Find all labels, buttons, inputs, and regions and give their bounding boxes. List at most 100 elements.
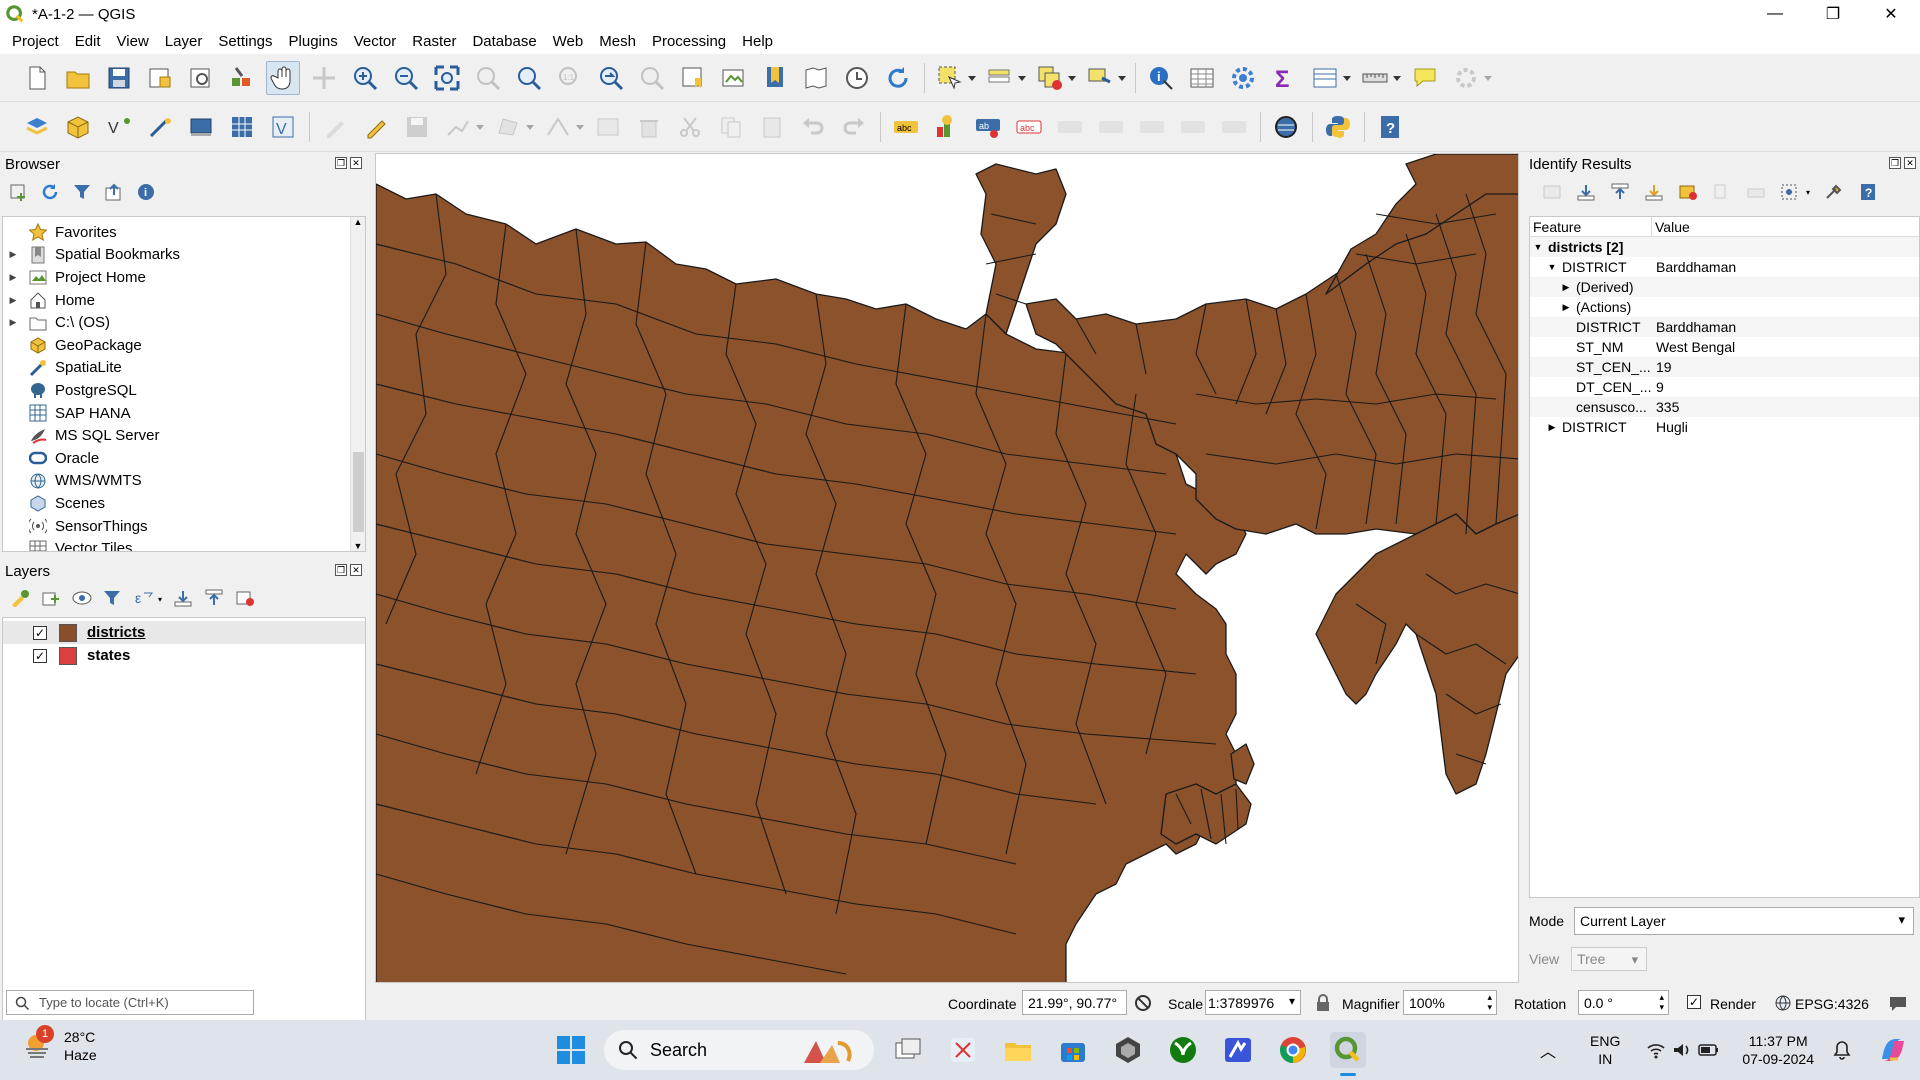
menu-project[interactable]: Project — [4, 33, 67, 50]
refresh-icon[interactable] — [40, 182, 60, 202]
manage-map-themes-icon[interactable] — [72, 589, 92, 611]
layer-visibility-checkbox[interactable]: ✓ — [33, 648, 47, 663]
layout-manager-icon[interactable] — [184, 61, 218, 95]
clock[interactable]: 11:37 PM 07-09-2024 — [1742, 1032, 1814, 1068]
vertex-tool-icon[interactable] — [541, 110, 584, 144]
browser-scrollbar[interactable]: ▲ ▼ — [350, 217, 365, 551]
label-toolbar-icon[interactable]: abc — [889, 110, 923, 144]
show-unplaced-labels-icon[interactable]: abc — [1012, 110, 1046, 144]
select-by-location-icon[interactable] — [1083, 61, 1126, 95]
scroll-thumb[interactable] — [353, 452, 364, 532]
select-features-mode-icon[interactable]: ▾ — [1780, 183, 1810, 205]
browser-item[interactable]: GeoPackage — [3, 334, 349, 357]
scroll-down-icon[interactable]: ▼ — [351, 541, 365, 551]
task-view-icon[interactable] — [890, 1032, 926, 1068]
filter-by-expression-icon[interactable]: ε ▾ — [134, 589, 162, 611]
browser-item[interactable]: SensorThings — [3, 515, 349, 538]
tree-toggle-icon[interactable]: ▼ — [1532, 242, 1544, 252]
cut-features-icon[interactable] — [673, 110, 707, 144]
identify-row[interactable]: ▼ districts [2] — [1530, 237, 1919, 257]
select-features-icon[interactable] — [933, 61, 976, 95]
pan-to-selection-icon[interactable] — [307, 61, 341, 95]
tree-toggle-icon[interactable]: ▶ — [1546, 422, 1558, 433]
maximize-button[interactable]: ❐ — [1804, 0, 1862, 28]
browser-item[interactable]: PostgreSQL — [3, 379, 349, 402]
identify-row[interactable]: ▶ (Actions) — [1530, 297, 1919, 317]
browser-item[interactable]: Oracle — [3, 447, 349, 470]
microsoft-store-icon[interactable] — [1055, 1032, 1091, 1068]
statistics-summary-icon[interactable]: Σ — [1267, 61, 1301, 95]
menu-view[interactable]: View — [109, 33, 157, 50]
browser-item[interactable]: Vector Tiles — [3, 537, 349, 551]
float-panel-icon[interactable]: ❐ — [335, 157, 347, 169]
filter-legend-icon[interactable] — [103, 589, 123, 611]
expand-tree-icon[interactable] — [1542, 183, 1562, 205]
pin-labels-icon[interactable] — [1053, 110, 1087, 144]
expand-new-results-icon[interactable] — [1644, 183, 1664, 205]
close-panel-icon[interactable]: ✕ — [350, 157, 362, 169]
render-checkbox[interactable]: ✓ — [1687, 995, 1701, 1009]
volume-icon[interactable] — [1672, 1041, 1692, 1059]
snipping-tool-icon[interactable] — [945, 1032, 981, 1068]
chrome-icon[interactable] — [1275, 1032, 1311, 1068]
identify-row[interactable]: ▼ DISTRICT Barddhaman — [1530, 257, 1919, 277]
python-console-icon[interactable] — [1321, 110, 1355, 144]
scale-combo[interactable]: 1:3789976 ▾ — [1205, 990, 1301, 1015]
battery-icon[interactable] — [1698, 1041, 1720, 1059]
identify-settings-icon[interactable] — [1824, 183, 1844, 205]
browser-item[interactable]: WMS/WMTS — [3, 470, 349, 493]
move-label-icon[interactable] — [1135, 110, 1169, 144]
toggle-extents-icon[interactable] — [1133, 994, 1153, 1015]
expand-arrow-icon[interactable]: ▶ — [6, 317, 20, 328]
open-layer-styling-icon[interactable] — [10, 589, 30, 611]
add-raster-icon[interactable] — [225, 110, 259, 144]
minimize-button[interactable]: — — [1746, 0, 1804, 28]
delete-selected-icon[interactable] — [632, 110, 666, 144]
new-spatialite-icon[interactable] — [143, 110, 177, 144]
scroll-up-icon[interactable]: ▲ — [351, 217, 365, 227]
add-polygon-icon[interactable] — [491, 110, 534, 144]
quickmapservices-icon[interactable] — [1269, 110, 1303, 144]
filter-icon[interactable] — [72, 182, 92, 202]
expand-arrow-icon[interactable]: ▶ — [6, 249, 20, 260]
identify-row[interactable]: ST_NM West Bengal — [1530, 337, 1919, 357]
show-bookmarks-icon[interactable] — [758, 61, 792, 95]
crs-label[interactable]: EPSG:4326 — [1795, 996, 1869, 1012]
zoom-to-selection-icon[interactable] — [471, 61, 505, 95]
style-manager-icon[interactable] — [225, 61, 259, 95]
expand-all-icon[interactable] — [173, 589, 193, 611]
refresh-icon[interactable] — [881, 61, 915, 95]
collapse-all-icon[interactable] — [204, 589, 224, 611]
menu-help[interactable]: Help — [734, 33, 781, 50]
close-panel-icon[interactable]: ✕ — [1904, 157, 1916, 169]
copy-features-icon[interactable] — [714, 110, 748, 144]
districts-map[interactable] — [376, 154, 1519, 983]
file-explorer-icon[interactable] — [1000, 1032, 1036, 1068]
rotation-spinbox[interactable]: 0.0 ° ▴ ▾ — [1578, 990, 1669, 1015]
identify-row[interactable]: censusco... 335 — [1530, 397, 1919, 417]
identify-row[interactable]: DISTRICT Barddhaman — [1530, 317, 1919, 337]
messages-icon[interactable] — [1888, 994, 1908, 1015]
browser-item[interactable]: ▶ Spatial Bookmarks — [3, 244, 349, 267]
processing-toolbox-icon[interactable] — [1226, 61, 1260, 95]
paste-features-icon[interactable] — [755, 110, 789, 144]
add-mesh-icon[interactable]: V — [266, 110, 300, 144]
tree-toggle-icon[interactable]: ▶ — [1560, 282, 1572, 293]
float-panel-icon[interactable]: ❐ — [1889, 157, 1901, 169]
show-hide-labels-icon[interactable] — [1094, 110, 1128, 144]
new-project-icon[interactable] — [20, 61, 54, 95]
save-project-icon[interactable] — [102, 61, 136, 95]
identify-row[interactable]: DT_CEN_... 9 — [1530, 377, 1919, 397]
menu-vector[interactable]: Vector — [346, 33, 405, 50]
identify-row[interactable]: ST_CEN_... 19 — [1530, 357, 1919, 377]
expand-arrow-icon[interactable]: ▶ — [6, 295, 20, 306]
highlight-pinned-labels-icon[interactable]: ab — [971, 110, 1005, 144]
weather-widget[interactable]: 1 28°C Haze — [22, 1025, 97, 1064]
print-response-icon[interactable] — [1746, 183, 1766, 205]
copilot-icon[interactable] — [1876, 1033, 1910, 1067]
attribute-table-icon[interactable] — [1185, 61, 1219, 95]
magnifier-spinbox[interactable]: 100% ▴ ▾ — [1403, 990, 1497, 1015]
browser-item[interactable]: SAP HANA — [3, 402, 349, 425]
copy-feature-icon[interactable] — [1712, 183, 1732, 205]
add-selected-layers-icon[interactable] — [8, 182, 28, 202]
